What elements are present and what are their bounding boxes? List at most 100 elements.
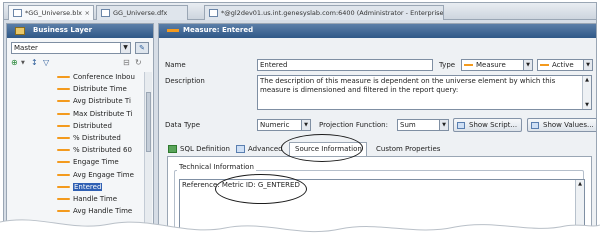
show-script-button[interactable]: Show Script... [453,118,523,132]
tree-item[interactable]: Distribute Time [57,84,127,95]
expand-icon[interactable]: ↕ [31,57,38,69]
tree-item-label: % Distributed [73,134,121,142]
tab-label: GG_Universe.dfx [113,9,168,17]
tree-item[interactable]: Handle Time [57,194,117,205]
tree-item-label: Max Distribute Ti [73,109,133,118]
tree-item-label: Conference Inbou [73,73,135,81]
panel-header: Business Layer [7,24,153,38]
chevron-down-icon[interactable]: ▼ [120,43,130,53]
scroll-up-icon[interactable]: ▲ [583,76,591,84]
tree-item[interactable]: Entered [57,182,103,193]
state-icon [540,64,549,66]
tree-item[interactable]: Avg Engage Time [57,170,134,181]
scrollbar-thumb[interactable] [146,92,151,152]
tree-item-label: Avg Engage Time [73,170,134,179]
data-foundation-icon [101,9,110,17]
editor-header: Measure: Entered [159,24,596,38]
tab-universe-dfx[interactable]: GG_Universe.dfx [96,5,188,20]
tree-item[interactable]: Engage Time [57,157,119,168]
data-type-select[interactable]: Numeric ▼ [257,119,311,131]
tree-item[interactable]: % Distributed 60 [57,145,132,156]
annotation-circle-source-tab [281,134,363,162]
technical-reference-prefix: Reference: [182,181,220,189]
property-tabs: SQL Definition Advanced Source Informati… [167,142,592,156]
refresh-icon[interactable]: ↻ [135,57,142,69]
business-layer-icon [13,9,22,17]
measure-icon [57,185,70,188]
state-select[interactable]: Active ▼ [537,59,593,71]
tree-item-label: Handle Time [73,195,118,203]
tree-item[interactable]: Avg Handle Time [57,206,132,217]
business-layer-panel: Business Layer Master ▼ ✎ ⊕ ▼ ↕ ▽ ⊟ ↻ Co… [6,23,154,241]
data-type-value: Numeric [260,121,290,129]
tree-item[interactable]: Max Distribute Ti [57,109,132,120]
tree-item[interactable]: Avg Distribute Ti [57,96,131,107]
tab-custom-properties[interactable]: Custom Properties [363,142,440,156]
chevron-down-icon[interactable]: ▼ [301,120,310,130]
tab-universe-blx[interactable]: *GG_Universe.blx × [8,5,94,20]
measure-icon [57,149,70,152]
show-values-label: Show Values... [543,121,594,129]
tree-item-label: Distributed [73,121,112,130]
filter-icon[interactable]: ▽ [43,57,49,69]
collapse-icon[interactable]: ⊟ [123,57,130,69]
description-textarea[interactable]: The description of this measure is depen… [257,75,592,110]
scroll-down-icon[interactable]: ▼ [583,101,591,109]
application-window: *GG_Universe.blx × GG_Universe.dfx *@gl2… [3,2,597,242]
tab-repository-connection[interactable]: *@gl2dev01.us.int.genesyslab.com:6400 (A… [204,5,444,20]
tab-sql-definition[interactable]: SQL Definition [167,142,230,156]
tree-item[interactable]: % Distributed [57,133,121,144]
chevron-down-icon[interactable]: ▼ [439,120,448,130]
description-scrollbar[interactable]: ▲ ▼ [582,76,591,109]
measure-editor-panel: Measure: Entered Name Entered Type Measu… [158,23,596,241]
measure-icon [57,173,70,176]
measure-icon [167,29,179,32]
group-title: Technical Information [177,163,256,171]
business-layer-icon [15,27,25,35]
edit-context-button[interactable]: ✎ [135,42,149,54]
measure-icon [57,210,70,213]
technical-scrollbar[interactable]: ▲ ▼ [575,180,584,238]
chevron-down-icon[interactable]: ▼ [21,57,25,69]
add-icon[interactable]: ⊕ [11,57,18,69]
projection-function-value: Sum [400,121,416,129]
tree-item-label: % Distributed 60 [73,146,132,155]
scroll-up-icon[interactable]: ▲ [576,180,584,188]
projection-function-select[interactable]: Sum ▼ [397,119,449,131]
measure-icon [57,124,70,127]
chevron-down-icon[interactable]: ▼ [523,60,532,70]
tab-label: Advanced [248,145,283,153]
scroll-down-icon[interactable]: ▼ [576,230,584,238]
state-value: Active [552,61,574,69]
tab-advanced[interactable]: Advanced [235,142,283,156]
description-text: The description of this measure is depen… [260,77,556,94]
name-input[interactable]: Entered [257,59,433,71]
measure-icon [57,198,70,200]
tree-item-label: Distribute Time [73,85,127,94]
measure-icon [464,64,473,66]
tree-item[interactable]: Distributed [57,121,112,132]
show-script-label: Show Script... [469,121,518,129]
chevron-down-icon[interactable]: ▼ [583,60,592,70]
type-select[interactable]: Measure ▼ [461,59,533,71]
business-layer-tree: Conference Inbou Distribute Time Avg Distr… [7,72,145,241]
context-select-value: Master [14,44,38,52]
connection-icon [209,9,218,17]
name-value: Entered [260,61,288,69]
tree-toolbar: ⊕ ▼ ↕ ▽ ⊟ ↻ [11,57,151,69]
tab-label: *GG_Universe.blx [25,9,83,17]
panel-title: Business Layer [33,26,93,34]
show-values-button[interactable]: Show Values... [527,118,596,132]
measure-icon [57,161,70,164]
context-select[interactable]: Master ▼ [11,42,131,54]
type-label: Type [439,61,456,69]
measure-icon [57,112,70,115]
tree-item-label: Avg Handle Time [73,207,133,216]
measure-icon [57,88,70,91]
tree-item[interactable]: Conference Inbou [57,72,135,83]
measure-icon [57,137,70,139]
measure-icon [57,100,70,103]
tree-scrollbar[interactable] [144,72,152,241]
advanced-icon [236,145,245,153]
close-icon[interactable]: × [85,6,90,20]
